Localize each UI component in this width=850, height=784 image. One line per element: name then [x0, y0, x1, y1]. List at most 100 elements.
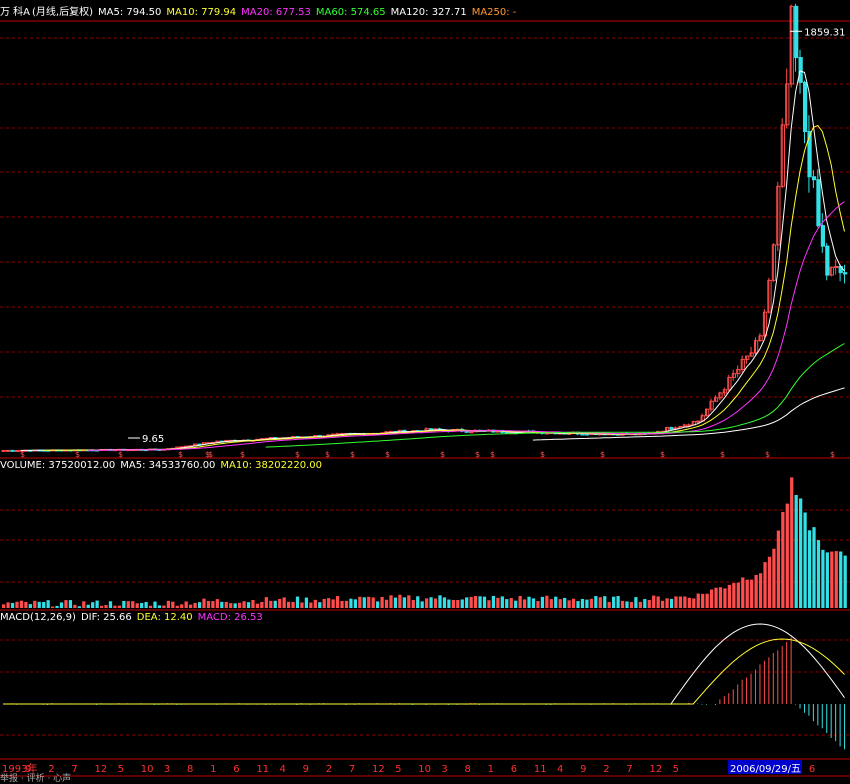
candle-body [816, 179, 821, 227]
volume-bar [157, 605, 162, 608]
volume-bar [193, 602, 197, 608]
volume-bar [300, 602, 304, 608]
volume-bar [518, 595, 522, 608]
date-highlight-label: 2006/09/29/五 [730, 764, 801, 775]
volume-ma5-value: MA5: 34533760.00 [120, 460, 216, 471]
volume-bar [260, 601, 264, 608]
volume-bar [135, 603, 139, 608]
candle-body [820, 225, 826, 247]
volume-bar [362, 597, 366, 608]
candle-body [709, 400, 714, 410]
volume-bar [634, 597, 638, 608]
volume-bar [438, 595, 442, 608]
volume-bar [522, 599, 527, 608]
volume-bar [736, 582, 740, 608]
volume-bar [50, 606, 55, 608]
volume-bar [790, 477, 794, 608]
date-axis-label: 10 [141, 764, 154, 775]
volume-bar [95, 600, 99, 608]
volume-bar [393, 597, 398, 608]
dividend-marker: $ [490, 450, 495, 459]
volume-bar [233, 603, 237, 608]
volume-bar [86, 604, 90, 608]
volume-bar [531, 598, 536, 608]
volume-bar [580, 598, 585, 608]
candle-body [713, 397, 719, 402]
volume-bar [166, 600, 170, 608]
volume-bar [304, 597, 309, 608]
candle-body [727, 376, 732, 391]
dividend-marker: $ [240, 450, 245, 459]
volume-bar [269, 600, 273, 608]
volume-bar [473, 596, 478, 608]
volume-bar [478, 596, 482, 608]
volume-bar [77, 606, 81, 608]
dea-value: DEA: 12.40 [136, 612, 193, 623]
volume-bar [567, 600, 571, 608]
volume-bar [482, 596, 487, 608]
dividend-marker: $ [720, 450, 725, 459]
volume-bar [367, 596, 371, 608]
volume-bar [313, 599, 317, 608]
volume-bar [153, 601, 157, 608]
volume-bar [754, 574, 758, 608]
volume-bar [416, 596, 420, 608]
volume-bar [24, 601, 28, 608]
candle-body [5, 449, 11, 452]
volume-bar [148, 605, 153, 608]
candle-body [798, 57, 803, 83]
chart-subtitle: (月线,后复权) [32, 7, 94, 18]
volume-bar [19, 600, 24, 608]
volume-bar [620, 600, 625, 608]
volume-bar [643, 599, 647, 608]
volume-bar [509, 598, 513, 608]
dividend-marker: $ [295, 450, 300, 459]
dividend-marker: $ [475, 450, 480, 459]
volume-bar [456, 599, 460, 608]
volume-bar [282, 597, 286, 608]
volume-bar [683, 596, 687, 608]
candle-body [584, 433, 590, 436]
volume-bar [674, 596, 678, 608]
dividend-marker: $ [830, 450, 835, 459]
volume-bar [732, 583, 736, 608]
volume-bar [709, 589, 714, 608]
volume-bar [318, 602, 322, 608]
price-header: 万 科A (月线,后复权) MA5: 794.50 MA10: 779.94 MA20:… [0, 6, 521, 20]
candle-body [802, 81, 808, 133]
candle-body [469, 431, 474, 434]
volume-bar [558, 599, 562, 608]
dividend-marker: $ [350, 450, 355, 459]
date-axis-label: 7 [71, 764, 77, 775]
volume-bar [229, 603, 233, 608]
volume-bar [384, 599, 389, 608]
candle-body [834, 266, 839, 269]
volume-bar [344, 600, 349, 608]
volume-bar [603, 596, 607, 608]
candle-body [780, 124, 785, 187]
date-axis-label: 4 [557, 764, 563, 775]
volume-bar [376, 601, 380, 608]
date-axis-label: 12 [372, 764, 385, 775]
volume-bar [549, 599, 553, 608]
volume-bar [264, 597, 268, 608]
ma10-value: MA10: 779.94 [166, 7, 237, 18]
stock-chart[interactable]: 1859.319.65$ $ $ $ $$ $ $ $ $ $ $ $ $ $ $ $ $ $ $1993年9 2 7 1… [0, 0, 850, 779]
volume-bar [834, 551, 838, 608]
dividend-marker: $ [385, 450, 390, 459]
date-axis-label: 5 [673, 764, 679, 775]
candle-body [825, 245, 830, 276]
volume-bar [616, 596, 620, 608]
date-axis-label: 8 [465, 764, 471, 775]
volume-bar [402, 597, 406, 608]
macd-header: MACD(12,26,9) DIF: 25.66 DEA: 12.40 MACD: 2… [0, 611, 268, 625]
volume-bar [73, 604, 77, 608]
volume-bar [750, 579, 754, 608]
volume-bar [807, 530, 812, 608]
volume-bar [407, 595, 411, 608]
volume-bar [705, 593, 709, 608]
volume-bar [585, 599, 589, 608]
dividend-marker: $ [765, 450, 770, 459]
volume-bar [28, 604, 32, 608]
volume-bar [126, 601, 130, 608]
